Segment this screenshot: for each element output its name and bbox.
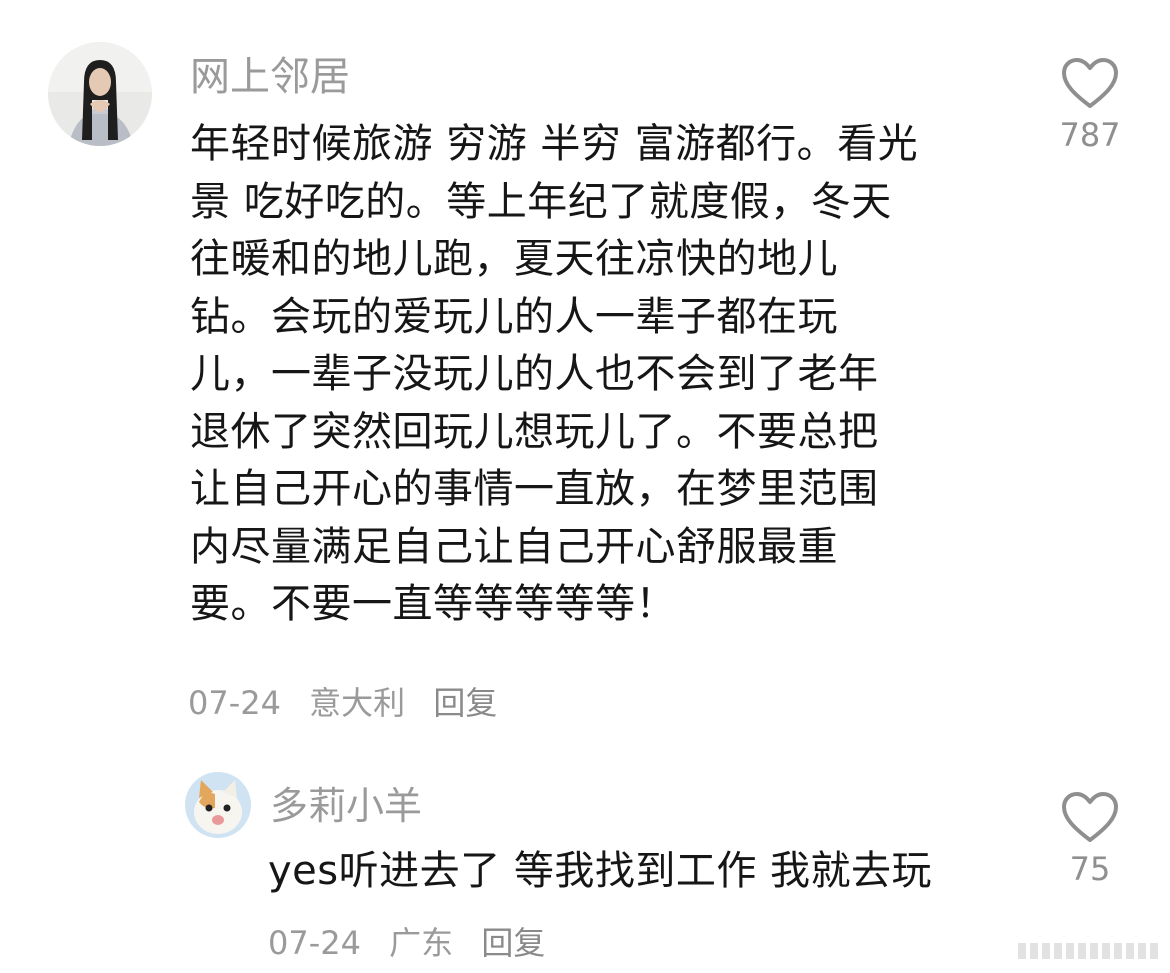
reply-button[interactable]: 回复 (481, 924, 545, 962)
comment-date: 07-24 (268, 924, 361, 962)
reply-button[interactable]: 回复 (433, 684, 497, 722)
comment-text: 年轻时候旅游 穷游 半穷 富游都行。看光 景 吃好吃的。等上年纪了就度假，冬天 … (190, 121, 919, 627)
like-button[interactable]: 787 (1050, 56, 1130, 154)
comment-location: 意大利 (309, 684, 406, 722)
heart-outline-icon[interactable] (1060, 56, 1120, 110)
like-count: 787 (1059, 116, 1121, 154)
heart-outline-icon[interactable] (1060, 790, 1120, 844)
username[interactable]: 网上邻居 (190, 44, 350, 102)
user-avatar[interactable] (185, 772, 251, 838)
user-avatar[interactable] (48, 42, 152, 146)
username[interactable]: 多莉小羊 (270, 775, 422, 830)
comment-location: 广东 (389, 924, 454, 962)
comment-meta: 07-24 意大利 回复 (188, 678, 497, 724)
like-button[interactable]: 75 (1050, 790, 1130, 888)
cat-avatar-icon (185, 772, 251, 838)
like-count: 75 (1069, 850, 1111, 888)
avatar-photo-icon (48, 42, 152, 146)
comment-meta: 07-24 广东 回复 (268, 918, 545, 964)
watermark (1018, 943, 1158, 959)
comment-date: 07-24 (188, 684, 281, 722)
comment-text: yes听进去了 等我找到工作 我就去玩 (268, 848, 933, 894)
